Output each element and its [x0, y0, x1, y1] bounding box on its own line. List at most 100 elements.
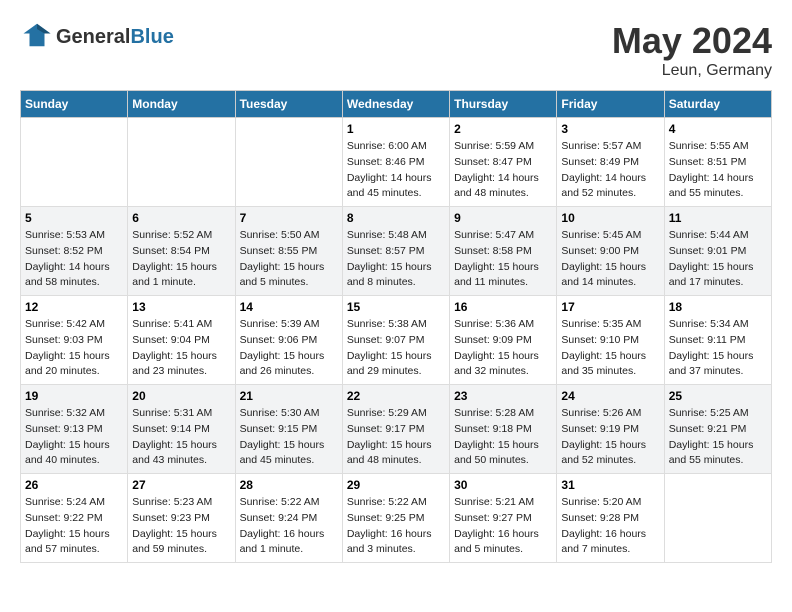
calendar-cell: 3 Sunrise: 5:57 AMSunset: 8:49 PMDaylight…: [557, 118, 664, 207]
calendar-cell: 4 Sunrise: 5:55 AMSunset: 8:51 PMDaylight…: [664, 118, 771, 207]
day-info: Sunrise: 5:42 AMSunset: 9:03 PMDaylight:…: [25, 317, 123, 380]
day-number: 12: [25, 300, 123, 314]
day-info: Sunrise: 5:52 AMSunset: 8:54 PMDaylight:…: [132, 228, 230, 291]
calendar-title: May 2024: [612, 20, 772, 62]
calendar-cell: 20 Sunrise: 5:31 AMSunset: 9:14 PMDayligh…: [128, 385, 235, 474]
calendar-cell: [235, 118, 342, 207]
day-number: 20: [132, 389, 230, 403]
day-info: Sunrise: 5:53 AMSunset: 8:52 PMDaylight:…: [25, 228, 123, 291]
calendar-cell: 8Sunrise: 5:48 AMSunset: 8:57 PMDaylight…: [342, 207, 449, 296]
calendar-cell: 26 Sunrise: 5:24 AMSunset: 9:22 PMDayligh…: [21, 474, 128, 563]
calendar-cell: 21 Sunrise: 5:30 AMSunset: 9:15 PMDayligh…: [235, 385, 342, 474]
calendar-cell: 11Sunrise: 5:44 AMSunset: 9:01 PMDayligh…: [664, 207, 771, 296]
week-row-4: 26 Sunrise: 5:24 AMSunset: 9:22 PMDayligh…: [21, 474, 772, 563]
calendar-cell: 12 Sunrise: 5:42 AMSunset: 9:03 PMDayligh…: [21, 296, 128, 385]
day-info: Sunrise: 6:00 AMSunset: 8:46 PMDaylight:…: [347, 139, 445, 202]
day-info: Sunrise: 5:22 AMSunset: 9:24 PMDaylight:…: [240, 495, 338, 558]
day-number: 6: [132, 211, 230, 225]
calendar-cell: 24 Sunrise: 5:26 AMSunset: 9:19 PMDayligh…: [557, 385, 664, 474]
week-row-1: 5 Sunrise: 5:53 AMSunset: 8:52 PMDaylight…: [21, 207, 772, 296]
header-sunday: Sunday: [21, 91, 128, 118]
day-info: Sunrise: 5:30 AMSunset: 9:15 PMDaylight:…: [240, 406, 338, 469]
day-info: Sunrise: 5:31 AMSunset: 9:14 PMDaylight:…: [132, 406, 230, 469]
day-info: Sunrise: 5:23 AMSunset: 9:23 PMDaylight:…: [132, 495, 230, 558]
calendar-cell: 16 Sunrise: 5:36 AMSunset: 9:09 PMDayligh…: [450, 296, 557, 385]
calendar-cell: 9Sunrise: 5:47 AMSunset: 8:58 PMDaylight…: [450, 207, 557, 296]
day-info: Sunrise: 5:39 AMSunset: 9:06 PMDaylight:…: [240, 317, 338, 380]
day-number: 19: [25, 389, 123, 403]
calendar-cell: 17 Sunrise: 5:35 AMSunset: 9:10 PMDayligh…: [557, 296, 664, 385]
day-number: 10: [561, 211, 659, 225]
day-info: Sunrise: 5:24 AMSunset: 9:22 PMDaylight:…: [25, 495, 123, 558]
day-number: 22: [347, 389, 445, 403]
day-info: Sunrise: 5:48 AMSunset: 8:57 PMDaylight:…: [347, 228, 445, 291]
day-info: Sunrise: 5:59 AMSunset: 8:47 PMDaylight:…: [454, 139, 552, 202]
header-monday: Monday: [128, 91, 235, 118]
week-row-0: 1Sunrise: 6:00 AMSunset: 8:46 PMDaylight…: [21, 118, 772, 207]
day-info: Sunrise: 5:55 AMSunset: 8:51 PMDaylight:…: [669, 139, 767, 202]
day-number: 26: [25, 478, 123, 492]
day-number: 13: [132, 300, 230, 314]
calendar-cell: 5 Sunrise: 5:53 AMSunset: 8:52 PMDaylight…: [21, 207, 128, 296]
day-number: 24: [561, 389, 659, 403]
calendar-table: SundayMondayTuesdayWednesdayThursdayFrid…: [20, 90, 772, 563]
day-info: Sunrise: 5:26 AMSunset: 9:19 PMDaylight:…: [561, 406, 659, 469]
day-number: 5: [25, 211, 123, 225]
calendar-cell: 6 Sunrise: 5:52 AMSunset: 8:54 PMDaylight…: [128, 207, 235, 296]
calendar-cell: [128, 118, 235, 207]
logo: GeneralBlue: [20, 20, 174, 55]
day-number: 25: [669, 389, 767, 403]
header-saturday: Saturday: [664, 91, 771, 118]
day-number: 7: [240, 211, 338, 225]
day-number: 16: [454, 300, 552, 314]
calendar-cell: 10 Sunrise: 5:45 AMSunset: 9:00 PMDayligh…: [557, 207, 664, 296]
day-info: Sunrise: 5:34 AMSunset: 9:11 PMDaylight:…: [669, 317, 767, 380]
day-info: Sunrise: 5:21 AMSunset: 9:27 PMDaylight:…: [454, 495, 552, 558]
calendar-cell: 7 Sunrise: 5:50 AMSunset: 8:55 PMDaylight…: [235, 207, 342, 296]
day-number: 18: [669, 300, 767, 314]
day-info: Sunrise: 5:22 AMSunset: 9:25 PMDaylight:…: [347, 495, 445, 558]
day-number: 14: [240, 300, 338, 314]
day-number: 27: [132, 478, 230, 492]
day-number: 17: [561, 300, 659, 314]
calendar-cell: 28Sunrise: 5:22 AMSunset: 9:24 PMDayligh…: [235, 474, 342, 563]
calendar-cell: 27 Sunrise: 5:23 AMSunset: 9:23 PMDayligh…: [128, 474, 235, 563]
calendar-cell: [21, 118, 128, 207]
calendar-subtitle: Leun, Germany: [612, 62, 772, 80]
day-info: Sunrise: 5:35 AMSunset: 9:10 PMDaylight:…: [561, 317, 659, 380]
day-info: Sunrise: 5:32 AMSunset: 9:13 PMDaylight:…: [25, 406, 123, 469]
day-info: Sunrise: 5:38 AMSunset: 9:07 PMDaylight:…: [347, 317, 445, 380]
page-header: GeneralBlue May 2024 Leun, Germany: [20, 20, 772, 80]
day-info: Sunrise: 5:57 AMSunset: 8:49 PMDaylight:…: [561, 139, 659, 202]
day-info: Sunrise: 5:47 AMSunset: 8:58 PMDaylight:…: [454, 228, 552, 291]
calendar-cell: 29 Sunrise: 5:22 AMSunset: 9:25 PMDayligh…: [342, 474, 449, 563]
title-block: May 2024 Leun, Germany: [612, 20, 772, 80]
calendar-cell: 31Sunrise: 5:20 AMSunset: 9:28 PMDayligh…: [557, 474, 664, 563]
calendar-cell: 30Sunrise: 5:21 AMSunset: 9:27 PMDayligh…: [450, 474, 557, 563]
header-thursday: Thursday: [450, 91, 557, 118]
calendar-cell: 15 Sunrise: 5:38 AMSunset: 9:07 PMDayligh…: [342, 296, 449, 385]
day-number: 21: [240, 389, 338, 403]
day-info: Sunrise: 5:25 AMSunset: 9:21 PMDaylight:…: [669, 406, 767, 469]
calendar-cell: 25 Sunrise: 5:25 AMSunset: 9:21 PMDayligh…: [664, 385, 771, 474]
calendar-cell: 19 Sunrise: 5:32 AMSunset: 9:13 PMDayligh…: [21, 385, 128, 474]
calendar-cell: 13Sunrise: 5:41 AMSunset: 9:04 PMDayligh…: [128, 296, 235, 385]
calendar-cell: 22 Sunrise: 5:29 AMSunset: 9:17 PMDayligh…: [342, 385, 449, 474]
day-info: Sunrise: 5:44 AMSunset: 9:01 PMDaylight:…: [669, 228, 767, 291]
day-info: Sunrise: 5:28 AMSunset: 9:18 PMDaylight:…: [454, 406, 552, 469]
calendar-cell: 2Sunrise: 5:59 AMSunset: 8:47 PMDaylight…: [450, 118, 557, 207]
day-info: Sunrise: 5:50 AMSunset: 8:55 PMDaylight:…: [240, 228, 338, 291]
logo-text: GeneralBlue: [56, 26, 174, 49]
day-info: Sunrise: 5:36 AMSunset: 9:09 PMDaylight:…: [454, 317, 552, 380]
calendar-cell: 18 Sunrise: 5:34 AMSunset: 9:11 PMDayligh…: [664, 296, 771, 385]
day-number: 3: [561, 122, 659, 136]
day-info: Sunrise: 5:45 AMSunset: 9:00 PMDaylight:…: [561, 228, 659, 291]
calendar-cell: 14 Sunrise: 5:39 AMSunset: 9:06 PMDayligh…: [235, 296, 342, 385]
header-friday: Friday: [557, 91, 664, 118]
day-number: 29: [347, 478, 445, 492]
week-row-3: 19 Sunrise: 5:32 AMSunset: 9:13 PMDayligh…: [21, 385, 772, 474]
day-number: 15: [347, 300, 445, 314]
calendar-header-row: SundayMondayTuesdayWednesdayThursdayFrid…: [21, 91, 772, 118]
day-info: Sunrise: 5:29 AMSunset: 9:17 PMDaylight:…: [347, 406, 445, 469]
day-number: 4: [669, 122, 767, 136]
